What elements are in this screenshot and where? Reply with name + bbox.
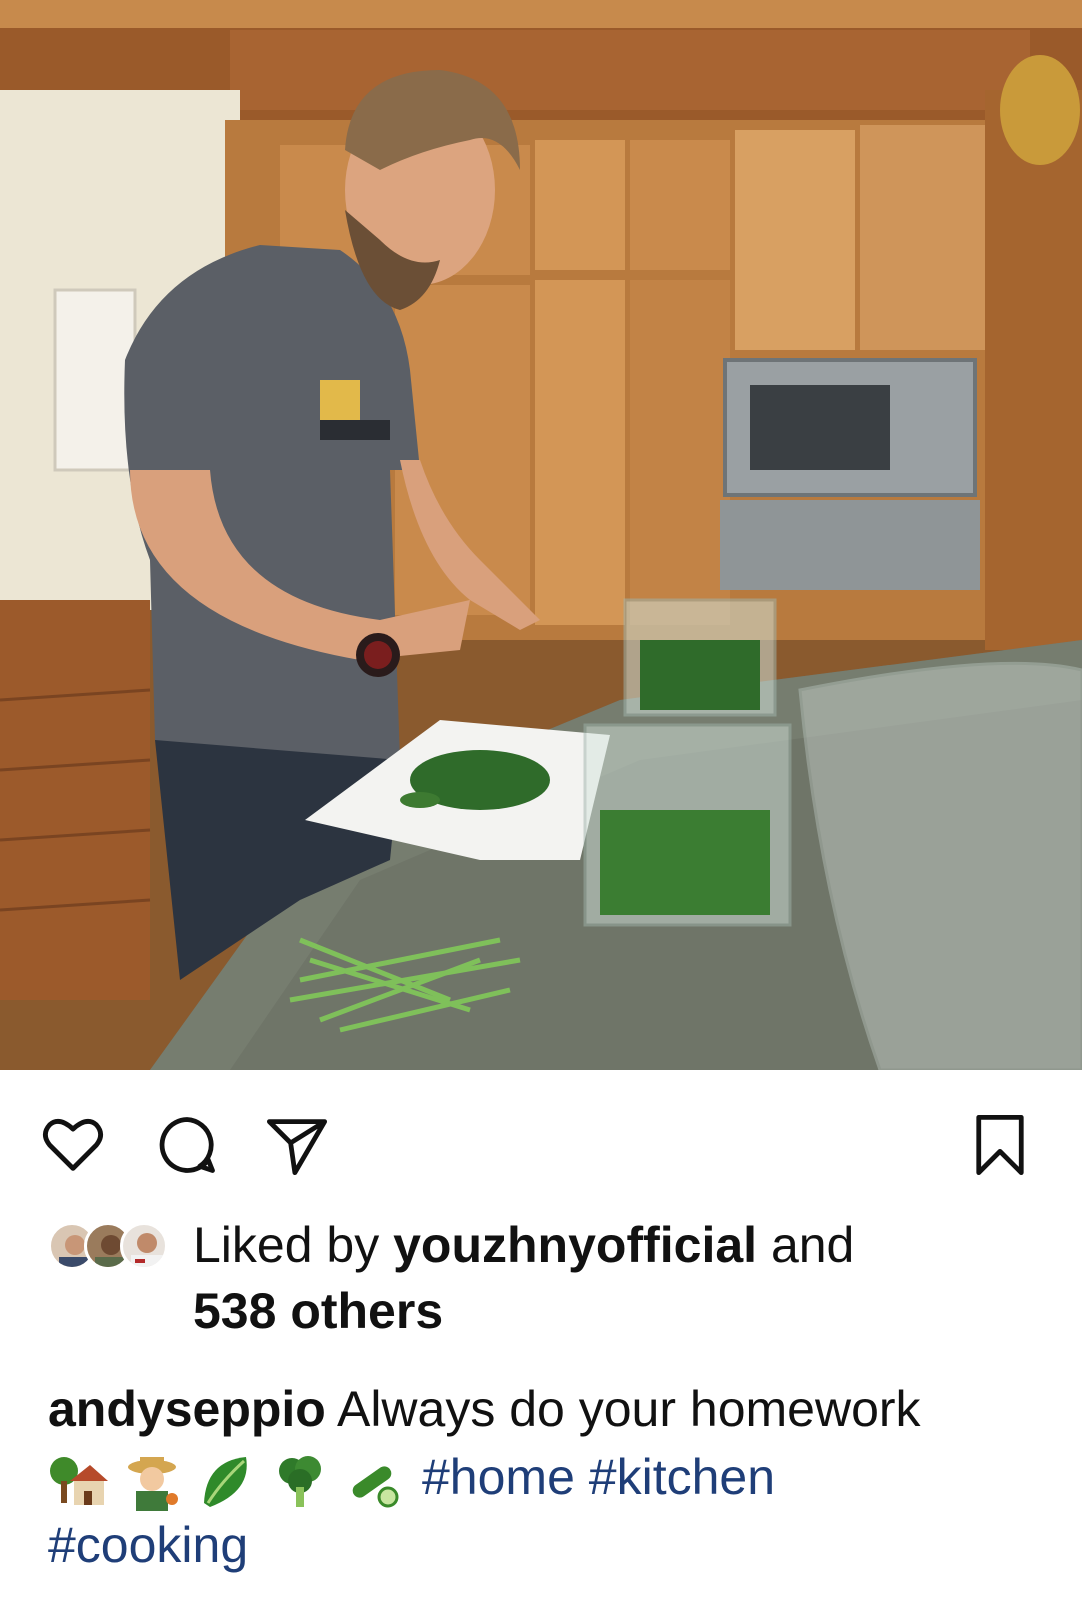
comment-button[interactable]	[152, 1110, 222, 1180]
caption-username[interactable]: andyseppio	[48, 1381, 326, 1437]
hashtag-cooking[interactable]: #cooking	[48, 1517, 248, 1573]
post-caption: andyseppio Always do your homework #home…	[48, 1375, 1048, 1579]
send-icon	[266, 1119, 328, 1176]
emoji-row	[48, 1451, 404, 1511]
avatar	[120, 1222, 168, 1270]
share-button[interactable]	[262, 1110, 332, 1180]
post-photo[interactable]	[0, 0, 1082, 1070]
likes-connector: and	[757, 1217, 855, 1273]
like-button[interactable]	[38, 1110, 108, 1180]
caption-text: Always do your homework	[325, 1381, 921, 1437]
likes-prefix: Liked by	[193, 1217, 394, 1273]
hashtag-kitchen[interactable]: #kitchen	[589, 1449, 775, 1505]
house-with-garden-emoji	[50, 1456, 108, 1505]
hashtag-home[interactable]: #home	[422, 1449, 575, 1505]
liker-username[interactable]: youzhnyofficial	[393, 1217, 757, 1273]
save-button[interactable]	[965, 1110, 1035, 1180]
kitchen-photo	[0, 0, 1082, 1070]
bookmark-icon	[976, 1114, 1024, 1176]
farmer-emoji	[128, 1456, 178, 1511]
likes-summary[interactable]: Liked by youzhnyofficial and 538 others	[48, 1212, 1048, 1342]
action-bar	[0, 1070, 1082, 1200]
likes-line: Liked by youzhnyofficial and	[193, 1212, 1033, 1278]
likes-count[interactable]: 538 others	[193, 1278, 443, 1344]
liker-avatars	[48, 1222, 178, 1274]
broccoli-emoji	[279, 1455, 321, 1507]
cucumber-emoji	[352, 1466, 399, 1508]
heart-icon	[42, 1119, 104, 1171]
leafy-green-emoji	[204, 1456, 247, 1507]
comment-icon	[159, 1117, 215, 1173]
